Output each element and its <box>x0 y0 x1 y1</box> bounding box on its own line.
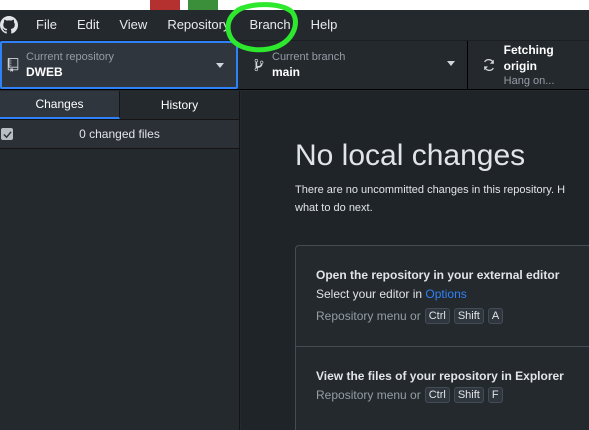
shortcut-hint-text: Repository menu or <box>316 388 421 402</box>
changed-files-header: 0 changed files <box>0 120 239 149</box>
tab-history[interactable]: History <box>120 91 239 119</box>
menu-branch[interactable]: Branch <box>239 10 300 40</box>
menu-repository[interactable]: Repository <box>157 10 239 40</box>
page-subtitle: There are no uncommitted changes in this… <box>295 181 589 217</box>
current-repository-button[interactable]: Current repository DWEB <box>0 41 238 89</box>
menu-edit[interactable]: Edit <box>67 10 109 40</box>
current-branch-value: main <box>272 65 301 79</box>
sync-icon <box>478 58 500 72</box>
open-in-editor-description: Select your editor in Options <box>316 287 467 301</box>
subtitle-line-1: There are no uncommitted changes in this… <box>295 184 566 196</box>
toolbar: Current repository DWEB Current branch m… <box>0 40 589 90</box>
key-shift: Shift <box>453 308 484 324</box>
open-in-editor-text: Select your editor in <box>316 287 423 301</box>
sidebar-tabs: Changes History <box>0 91 239 120</box>
key-f: F <box>487 387 503 403</box>
view-in-explorer-shortcut: Repository menu or Ctrl Shift F <box>316 387 503 403</box>
fetch-origin-button[interactable]: Fetching origin Hang on... <box>468 41 589 89</box>
chevron-down-icon <box>447 61 455 66</box>
open-in-editor-card: Open the repository in your external edi… <box>295 245 589 347</box>
options-link[interactable]: Options <box>425 287 466 301</box>
key-shift: Shift <box>453 387 484 403</box>
tab-changes[interactable]: Changes <box>0 91 120 119</box>
subtitle-line-2: what to do next. <box>295 202 373 214</box>
key-ctrl: Ctrl <box>424 308 450 324</box>
key-a: A <box>487 308 504 324</box>
git-branch-icon <box>248 58 270 72</box>
open-in-editor-title: Open the repository in your external edi… <box>316 268 560 282</box>
select-all-checkbox[interactable] <box>1 128 13 140</box>
current-branch-button[interactable]: Current branch main <box>238 41 468 89</box>
taskbar-red-mark <box>150 0 180 10</box>
menu-file[interactable]: File <box>30 10 67 40</box>
shortcut-hint-text: Repository menu or <box>316 309 421 323</box>
menu-bar: File Edit View Repository Branch Help <box>0 10 589 40</box>
fetch-origin-status: Hang on... <box>503 75 555 87</box>
window-top-strip <box>0 0 589 10</box>
view-in-explorer-card: View the files of your repository in Exp… <box>295 346 589 430</box>
repository-icon <box>2 58 24 72</box>
current-branch-label: Current branch <box>272 51 346 63</box>
current-repository-label: Current repository <box>26 51 115 63</box>
fetch-origin-label: Fetching origin <box>503 43 554 73</box>
sidebar: Changes History 0 changed files <box>0 91 240 430</box>
menu-view[interactable]: View <box>109 10 157 40</box>
changed-files-count: 0 changed files <box>79 127 160 141</box>
main-panel: No local changes There are no uncommitte… <box>241 91 589 430</box>
taskbar-green-mark <box>188 0 218 10</box>
view-in-explorer-title: View the files of your repository in Exp… <box>316 369 564 383</box>
key-ctrl: Ctrl <box>424 387 450 403</box>
open-in-editor-shortcut: Repository menu or Ctrl Shift A <box>316 308 504 324</box>
chevron-down-icon <box>216 63 224 68</box>
current-repository-value: DWEB <box>26 65 63 79</box>
menu-help[interactable]: Help <box>301 10 348 40</box>
page-title: No local changes <box>295 139 526 172</box>
github-logo-icon <box>0 16 30 34</box>
